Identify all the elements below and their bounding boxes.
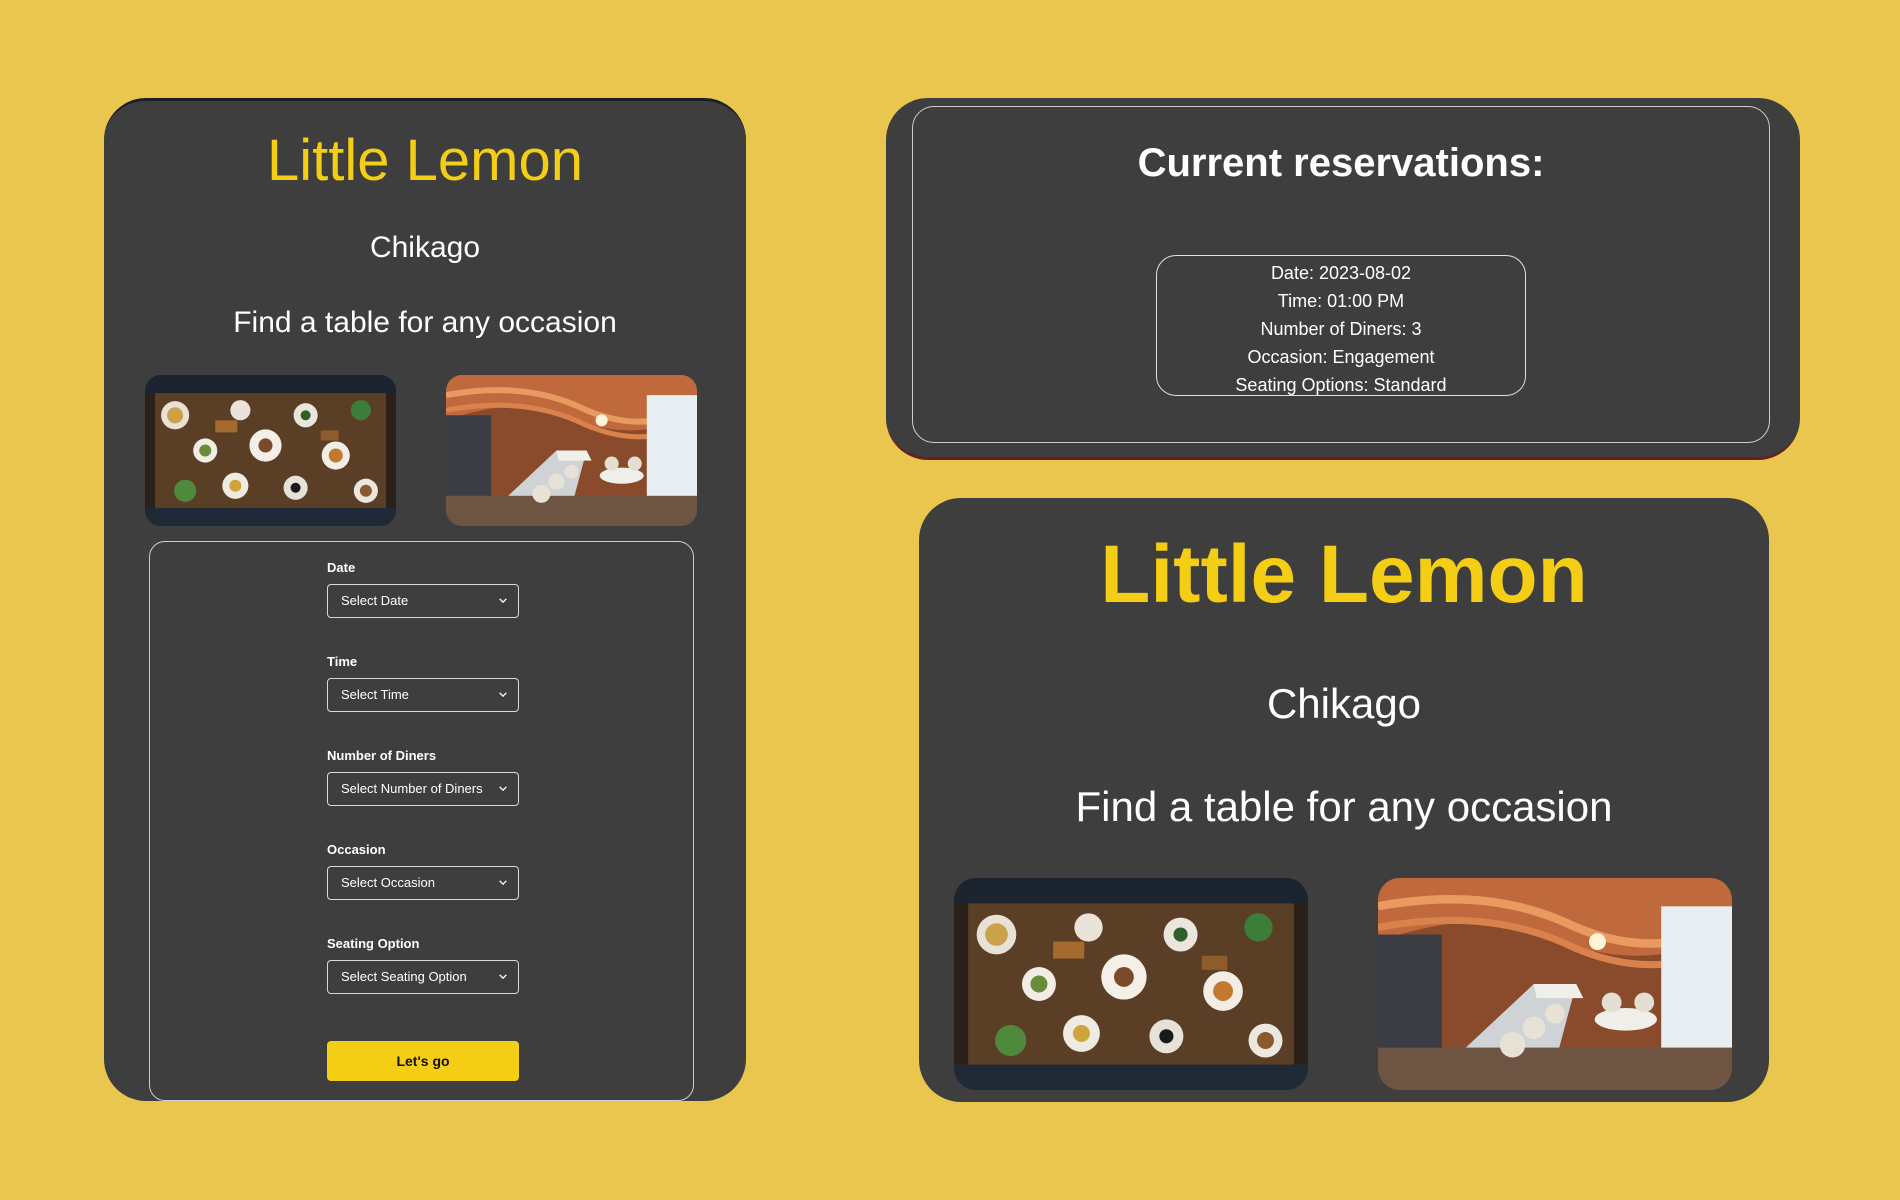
reservations-panel: Current reservations: Date: 2023-08-02 T… [912, 106, 1770, 443]
time-field: Time Select Time [327, 654, 519, 712]
occasion-select-value: Select Occasion [341, 875, 435, 890]
city-label: Chikago [369, 231, 481, 264]
chevron-down-icon [497, 867, 509, 898]
reservation-form: Date Select Date Time Select Time Number… [149, 541, 694, 1101]
tagline: Find a table for any occasion [233, 306, 617, 339]
occasion-field: Occasion Select Occasion [327, 842, 519, 900]
seating-label: Seating Option [327, 936, 420, 951]
food-table-photo [954, 878, 1308, 1090]
reservations-card: Current reservations: Date: 2023-08-02 T… [886, 98, 1800, 460]
reservation-date: Date: 2023-08-02 [1270, 263, 1412, 283]
app-canvas: Little Lemon Chikago Find a table for an… [0, 0, 1900, 1200]
date-select[interactable]: Select Date [327, 584, 519, 618]
chevron-down-icon [497, 585, 509, 616]
seating-select-value: Select Seating Option [341, 969, 467, 984]
city-label: Chikago [1266, 680, 1422, 727]
date-select-value: Select Date [341, 593, 409, 608]
reservation-seating: Seating Options: Standard [1235, 375, 1447, 395]
chevron-down-icon [497, 773, 509, 804]
brand-title: Little Lemon [1100, 529, 1588, 620]
reservation-diners: Number of Diners: 3 [1260, 319, 1422, 339]
reservation-occasion: Occasion: Engagement [1247, 347, 1435, 367]
occasion-label: Occasion [327, 842, 386, 857]
time-select[interactable]: Select Time [327, 678, 519, 712]
diners-select[interactable]: Select Number of Diners [327, 772, 519, 806]
seating-field: Seating Option Select Seating Option [327, 936, 519, 994]
tagline: Find a table for any occasion [1075, 783, 1613, 830]
date-label: Date [327, 560, 356, 575]
diners-select-value: Select Number of Diners [341, 781, 483, 796]
desktop-hero-card: Little Lemon Chikago Find a table for an… [919, 498, 1769, 1102]
seating-select[interactable]: Select Seating Option [327, 960, 519, 994]
diners-label: Number of Diners [327, 748, 437, 763]
occasion-select[interactable]: Select Occasion [327, 866, 519, 900]
time-select-value: Select Time [341, 687, 409, 702]
brand-title: Little Lemon [267, 128, 583, 193]
reservations-title: Current reservations: [1137, 141, 1545, 185]
time-label: Time [327, 654, 358, 669]
reservation-time: Time: 01:00 PM [1277, 291, 1405, 311]
diners-field: Number of Diners Select Number of Diners [327, 748, 519, 806]
date-field: Date Select Date [327, 560, 519, 618]
chevron-down-icon [497, 961, 509, 992]
restaurant-interior-photo [446, 375, 697, 526]
reservation-item: Date: 2023-08-02 Time: 01:00 PM Number o… [1156, 255, 1526, 396]
chevron-down-icon [497, 679, 509, 710]
restaurant-interior-photo [1378, 878, 1732, 1090]
mobile-booking-card: Little Lemon Chikago Find a table for an… [104, 98, 746, 1101]
food-table-photo [145, 375, 396, 526]
lets-go-button[interactable]: Let's go [327, 1041, 519, 1081]
